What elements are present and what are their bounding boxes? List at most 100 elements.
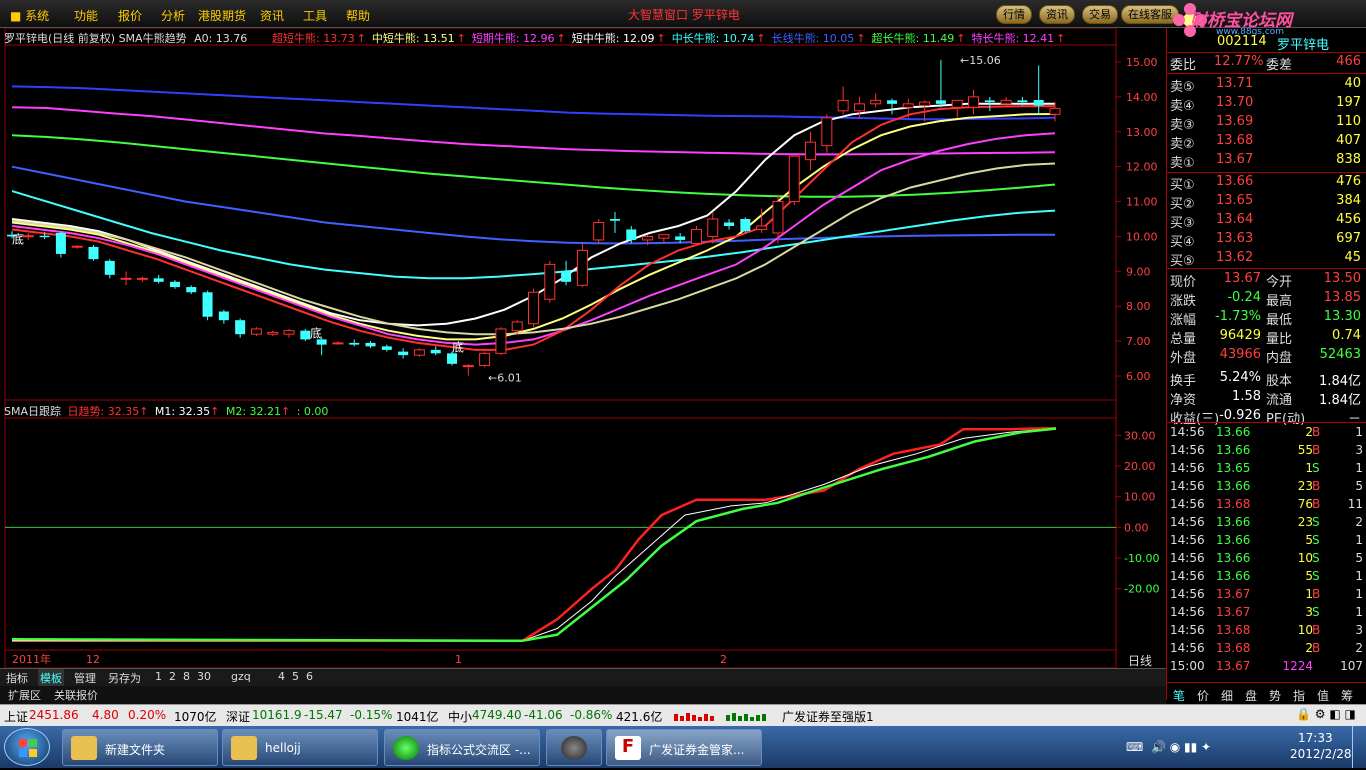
tab-related-quote[interactable]: 关联报价 bbox=[52, 686, 100, 703]
task-gf-securities[interactable]: F 广发证券金管家... bbox=[606, 729, 762, 766]
tick-side: S bbox=[1312, 515, 1320, 529]
indicator-tab-11[interactable]: 6 bbox=[304, 669, 315, 686]
panel-tab-3[interactable]: 盘 bbox=[1243, 686, 1259, 703]
btn-trade[interactable]: 交易 bbox=[1082, 5, 1118, 24]
quote-value: 0.74 bbox=[1332, 328, 1361, 343]
menu-tools[interactable]: 工具 bbox=[303, 7, 327, 24]
tick-volume: 10 bbox=[1297, 623, 1313, 637]
quote-value: 96429 bbox=[1219, 328, 1261, 343]
indicator-tab-7[interactable]: 30 bbox=[195, 669, 213, 686]
quote-value: -0.926 bbox=[1219, 408, 1261, 423]
tab-extension[interactable]: 扩展区 bbox=[6, 686, 43, 703]
indicator-tab-1[interactable]: 模板 bbox=[38, 669, 64, 686]
tick-side: S bbox=[1312, 551, 1320, 565]
menu-analysis[interactable]: 分析 bbox=[161, 7, 185, 24]
sub-indicator-m1: M1: 32.35 bbox=[154, 405, 211, 418]
menu-info[interactable]: 资讯 bbox=[260, 7, 284, 24]
quote-row: 收益(三) -0.926 PE(动) － bbox=[1170, 408, 1365, 427]
candle-body-down bbox=[218, 311, 229, 321]
tick-side: B bbox=[1312, 425, 1321, 439]
indicator-tab-3[interactable]: 另存为 bbox=[106, 669, 143, 686]
tick-time: 15:00 bbox=[1170, 659, 1205, 673]
diff-label: 委差 bbox=[1266, 58, 1293, 73]
status-tray-icons[interactable]: 🔒 ⚙ ◧ ◨ bbox=[1296, 707, 1356, 721]
sub-indicator-m2: M2: 32.21 bbox=[225, 405, 282, 418]
panel-tab-7[interactable]: 筹 bbox=[1339, 686, 1355, 703]
panel-tab-0[interactable]: 笔 bbox=[1171, 686, 1187, 703]
btn-info[interactable]: 资讯 bbox=[1039, 5, 1075, 24]
indicator-tab-8[interactable]: gzq bbox=[229, 669, 253, 686]
sell-row: 卖④ 13.70 197 bbox=[1170, 95, 1365, 114]
tick-row: 14:56 13.67 1 B 1 bbox=[1170, 587, 1365, 605]
system-tray-icons[interactable]: ⌨ 🔊 ◉ ▮▮ ✦ bbox=[1126, 740, 1211, 754]
sz-index-label: 深证 bbox=[226, 710, 251, 724]
indicator-tab-6[interactable]: 8 bbox=[181, 669, 192, 686]
task-label: 新建文件夹 bbox=[105, 743, 166, 757]
time-label: 2 bbox=[720, 653, 727, 666]
app-icon: ■ bbox=[10, 9, 26, 23]
menu-system[interactable]: ■ 系统 bbox=[10, 7, 60, 24]
sz-index-value: 10161.9 bbox=[252, 708, 302, 722]
tick-side: B bbox=[1312, 641, 1321, 655]
candle-body-down bbox=[169, 281, 180, 288]
task-hellojj[interactable]: hellojj bbox=[222, 729, 378, 766]
task-new-folder[interactable]: 新建文件夹 bbox=[62, 729, 218, 766]
tick-row: 14:56 13.66 10 S 5 bbox=[1170, 551, 1365, 569]
menu-function[interactable]: 功能 bbox=[74, 7, 98, 24]
indicator-tab-9[interactable]: 4 bbox=[276, 669, 287, 686]
ma-value-6: 超长牛熊: 11.49 bbox=[871, 32, 955, 45]
candle-body-up bbox=[332, 342, 344, 345]
tick-price: 13.65 bbox=[1216, 461, 1251, 475]
candle-body-down bbox=[430, 349, 441, 354]
panel-tab-2[interactable]: 细 bbox=[1219, 686, 1235, 703]
tick-count: 3 bbox=[1355, 623, 1363, 637]
menu-hk-futures[interactable]: 港股期货 bbox=[198, 7, 246, 24]
start-button[interactable] bbox=[4, 728, 50, 766]
candle-body-down bbox=[349, 342, 360, 345]
sell-level-label: 卖② bbox=[1170, 137, 1195, 152]
quote-value: -0.24 bbox=[1227, 290, 1261, 305]
quote-row: 总量 96429 量比 0.74 bbox=[1170, 328, 1365, 347]
window-title: 大智慧窗口 罗平锌电 bbox=[628, 8, 740, 22]
indicator-tab-4[interactable]: 1 bbox=[153, 669, 164, 686]
browser-icon bbox=[393, 736, 419, 760]
candle-body-down bbox=[740, 219, 751, 232]
indicator-tab-0[interactable]: 指标 bbox=[4, 669, 30, 686]
chart-area[interactable]: 15.00 14.00 13.00 12.00 11.00 10.00 9.00 8.00 7.… bbox=[0, 28, 1166, 700]
sh-index-label: 上证 bbox=[4, 710, 29, 724]
quote-label: 量比 bbox=[1266, 332, 1293, 347]
panel-tab-6[interactable]: 值 bbox=[1315, 686, 1331, 703]
folder-icon bbox=[71, 736, 97, 760]
btn-market[interactable]: 行情 bbox=[996, 5, 1032, 24]
time-label: 12 bbox=[86, 653, 100, 666]
tick-count: 5 bbox=[1355, 479, 1363, 493]
candle-body-up bbox=[642, 235, 654, 241]
quote-label: 最高 bbox=[1266, 294, 1293, 309]
candle-body-down bbox=[887, 100, 898, 104]
candle-body-down bbox=[1033, 99, 1044, 106]
menu-quote[interactable]: 报价 bbox=[118, 7, 142, 24]
panel-tab-5[interactable]: 指 bbox=[1291, 686, 1307, 703]
show-desktop-button[interactable] bbox=[1352, 726, 1366, 768]
sell-row: 卖② 13.68 407 bbox=[1170, 133, 1365, 152]
menu-help[interactable]: 帮助 bbox=[346, 7, 370, 24]
indicator-tab-2[interactable]: 管理 bbox=[72, 669, 98, 686]
windows-taskbar: 新建文件夹 hellojj 指标公式交流区 -... F 广发证券金管家... ⌨… bbox=[0, 726, 1366, 768]
task-media[interactable] bbox=[546, 729, 602, 766]
kline-chart[interactable]: 15.0014.0013.0012.0011.0010.009.008.007.… bbox=[0, 28, 1166, 700]
candle-body-up bbox=[136, 277, 148, 280]
sh-index-amount: 1070亿 bbox=[174, 710, 217, 724]
indicator-tab-10[interactable]: 5 bbox=[290, 669, 301, 686]
price-tick-label: 9.00 bbox=[1126, 265, 1151, 278]
quote-row: 涨跌 -0.24 最高 13.85 bbox=[1170, 290, 1365, 309]
tick-count: 1 bbox=[1355, 461, 1363, 475]
ma-value-0: 超短牛熊: 13.73 bbox=[272, 32, 355, 45]
indicator-tab-5[interactable]: 2 bbox=[167, 669, 178, 686]
quote-value: 43966 bbox=[1219, 347, 1261, 362]
sell-price: 13.68 bbox=[1216, 133, 1254, 148]
candle-body-up bbox=[870, 99, 882, 105]
quote-label: 流通 bbox=[1266, 393, 1293, 408]
panel-tab-4[interactable]: 势 bbox=[1267, 686, 1283, 703]
task-browser[interactable]: 指标公式交流区 -... bbox=[384, 729, 540, 766]
panel-tab-1[interactable]: 价 bbox=[1195, 686, 1211, 703]
